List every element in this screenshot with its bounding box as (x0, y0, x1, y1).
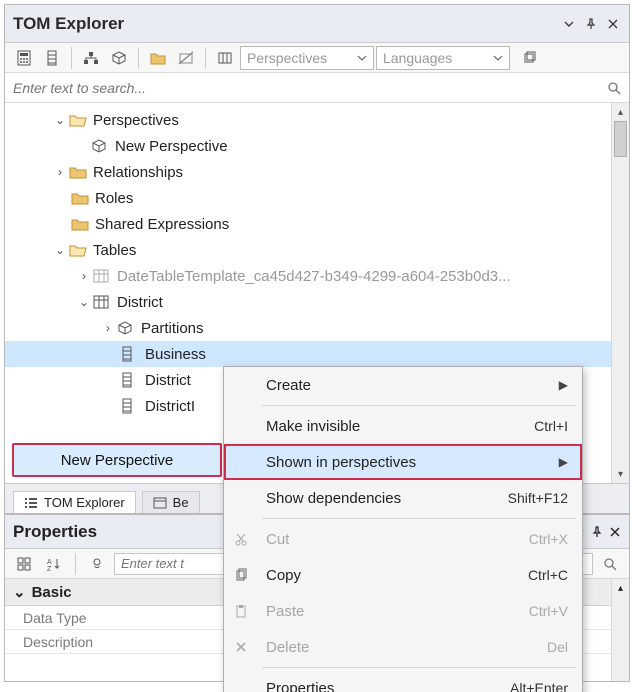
menu-delete: Delete Del (224, 629, 582, 665)
toolbar-folder-icon[interactable] (145, 46, 171, 70)
chevron-right-icon: ▶ (559, 455, 568, 469)
chevron-down-icon (357, 53, 367, 63)
table-icon (93, 295, 111, 309)
tree-scrollbar[interactable]: ▴ ▾ (611, 103, 629, 483)
close-icon[interactable] (609, 526, 621, 538)
toolbar-calculator-icon[interactable] (11, 46, 37, 70)
search-icon[interactable] (605, 79, 623, 97)
folder-open-icon (69, 243, 87, 257)
cube-icon (117, 320, 135, 336)
tree-node-relationships[interactable]: › Relationships (5, 159, 629, 185)
pin-icon[interactable] (591, 526, 603, 538)
context-menu: Create ▶ Make invisible Ctrl+I Shown in … (223, 366, 583, 692)
table-ghost-icon (93, 269, 111, 283)
menu-cut: Cut Ctrl+X (224, 521, 582, 557)
toolbar-restore-windows-icon[interactable] (516, 46, 542, 70)
languages-dropdown[interactable]: Languages (376, 46, 510, 70)
properties-title: Properties (13, 522, 97, 542)
menu-show-dependencies[interactable]: Show dependencies Shift+F12 (224, 480, 582, 516)
folder-open-icon (69, 113, 87, 127)
menu-copy[interactable]: Copy Ctrl+C (224, 557, 582, 593)
tree-node-new-perspective[interactable]: New Perspective (5, 133, 629, 159)
chevron-down-icon[interactable]: ⌄ (13, 583, 26, 601)
tree-node-shared-expressions[interactable]: Shared Expressions (5, 211, 629, 237)
tree-node-perspectives[interactable]: ⌄ Perspectives (5, 107, 629, 133)
menu-separator (262, 518, 576, 519)
perspectives-dropdown[interactable]: Perspectives (240, 46, 374, 70)
column-icon (121, 346, 139, 362)
menu-create[interactable]: Create ▶ (224, 367, 582, 403)
categorized-view-icon[interactable] (11, 552, 37, 576)
tom-explorer-title: TOM Explorer (13, 14, 124, 34)
alpha-sort-icon[interactable]: AZ (41, 552, 67, 576)
svg-text:Z: Z (47, 566, 52, 571)
folder-icon (71, 191, 89, 205)
perspective-chip[interactable]: New Perspective (12, 443, 222, 477)
chevron-down-icon[interactable]: ⌄ (53, 113, 67, 127)
scroll-up-icon[interactable]: ▴ (612, 579, 629, 597)
tree-node-col-business[interactable]: Business (5, 341, 629, 367)
properties-expression-icon[interactable] (84, 552, 110, 576)
chevron-down-icon (493, 53, 503, 63)
tom-explorer-header: TOM Explorer (5, 5, 629, 43)
menu-properties[interactable]: Properties Alt+Enter (224, 670, 582, 692)
tree-node-district[interactable]: ⌄ District (5, 289, 629, 315)
folder-icon (71, 217, 89, 231)
search-icon[interactable] (597, 552, 623, 576)
menu-separator (262, 405, 576, 406)
chevron-right-icon[interactable]: › (53, 165, 67, 179)
toolbar-cube-icon[interactable] (106, 46, 132, 70)
menu-make-invisible[interactable]: Make invisible Ctrl+I (224, 408, 582, 444)
tree-node-datetable-template[interactable]: › DateTableTemplate_ca45d427-b349-4299-a… (5, 263, 629, 289)
paste-icon (234, 604, 254, 618)
scroll-thumb[interactable] (614, 121, 627, 157)
close-icon[interactable] (605, 16, 621, 32)
svg-text:A: A (47, 559, 52, 566)
list-icon (24, 497, 38, 509)
scroll-up-icon[interactable]: ▴ (612, 103, 629, 121)
tree-search-row (5, 73, 629, 103)
cube-icon (91, 138, 109, 154)
tree-node-partitions[interactable]: › Partitions (5, 315, 629, 341)
chevron-right-icon[interactable]: › (77, 269, 91, 283)
perspectives-dropdown-label: Perspectives (247, 50, 327, 66)
toolbar-hierarchy-icon[interactable] (78, 46, 104, 70)
column-icon (121, 398, 139, 414)
menu-paste: Paste Ctrl+V (224, 593, 582, 629)
folder-icon (69, 165, 87, 179)
languages-dropdown-label: Languages (383, 50, 452, 66)
tree-node-tables[interactable]: ⌄ Tables (5, 237, 629, 263)
tom-toolbar: Perspectives Languages (5, 43, 629, 73)
window-dropdown-icon[interactable] (561, 16, 577, 32)
chevron-down-icon[interactable]: ⌄ (77, 295, 91, 309)
tree-search-input[interactable] (11, 79, 605, 97)
scroll-down-icon[interactable]: ▾ (612, 465, 629, 483)
toolbar-column-icon[interactable] (39, 46, 65, 70)
chevron-right-icon: ▶ (559, 378, 568, 392)
chevron-down-icon[interactable]: ⌄ (53, 243, 67, 257)
toolbar-columns-icon[interactable] (212, 46, 238, 70)
menu-shown-in-perspectives[interactable]: Shown in perspectives ▶ (224, 444, 582, 480)
delete-icon (234, 640, 254, 654)
tab-be[interactable]: Be (142, 491, 200, 513)
tab-tom-explorer[interactable]: TOM Explorer (13, 491, 136, 513)
properties-scrollbar[interactable]: ▴ (611, 579, 629, 681)
menu-separator (262, 667, 576, 668)
cut-icon (234, 532, 254, 546)
tree-node-roles[interactable]: Roles (5, 185, 629, 211)
pin-icon[interactable] (583, 16, 599, 32)
copy-icon (234, 568, 254, 582)
chevron-right-icon[interactable]: › (101, 321, 115, 335)
toolbar-hidden-icon[interactable] (173, 46, 199, 70)
window-icon (153, 497, 167, 509)
column-icon (121, 372, 139, 388)
